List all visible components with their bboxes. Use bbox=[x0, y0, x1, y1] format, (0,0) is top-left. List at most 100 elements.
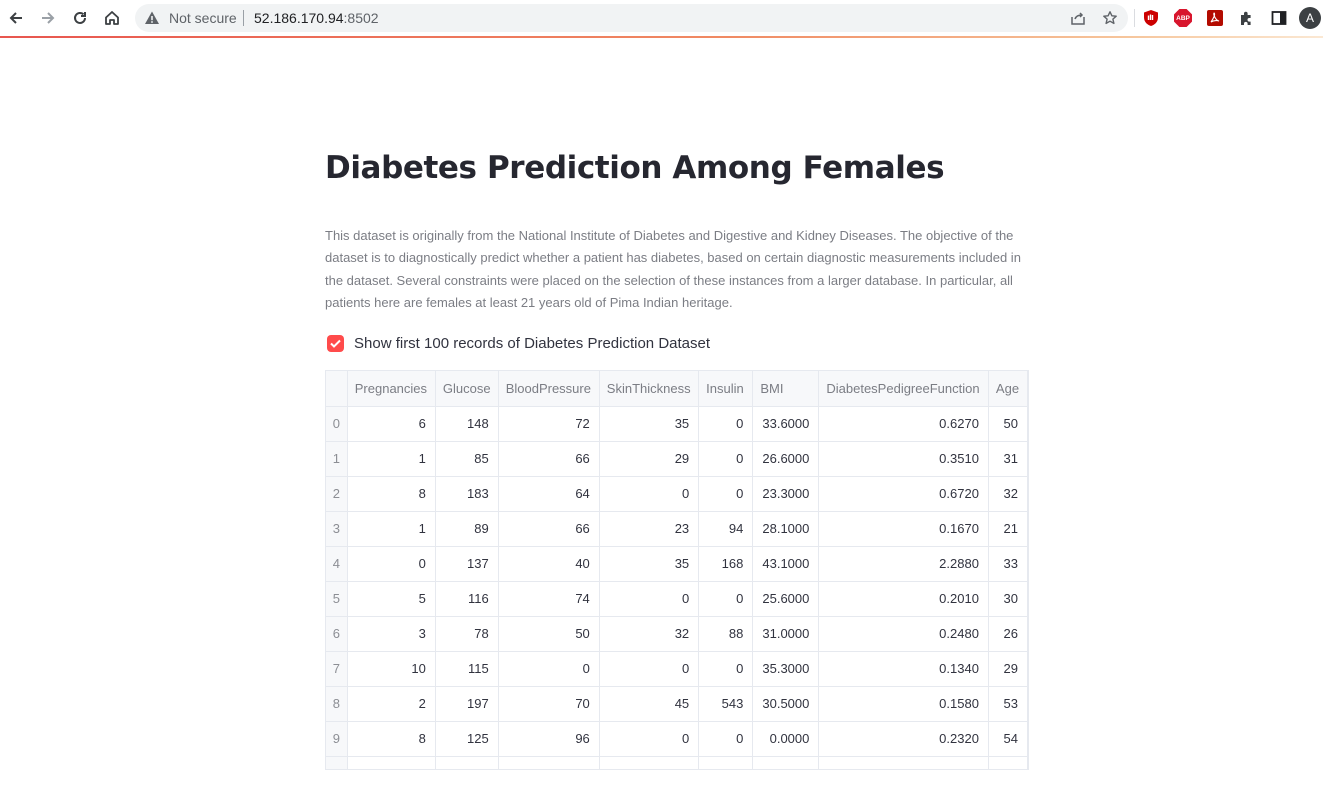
table-cell[interactable]: 54 bbox=[988, 721, 1028, 757]
table-cell[interactable]: 78 bbox=[435, 616, 499, 652]
table-cell[interactable]: 0 bbox=[498, 651, 600, 687]
table-cell[interactable]: 26.6000 bbox=[752, 441, 820, 477]
table-cell[interactable]: 29 bbox=[988, 651, 1028, 687]
table-cell[interactable]: 137 bbox=[435, 546, 499, 582]
table-cell[interactable]: 0.6270 bbox=[818, 406, 989, 442]
table-cell[interactable]: 50 bbox=[988, 406, 1028, 442]
table-cell[interactable]: 53 bbox=[988, 686, 1028, 722]
table-cell[interactable]: 2 bbox=[347, 686, 436, 722]
extensions-puzzle-icon[interactable] bbox=[1236, 7, 1258, 29]
table-cell[interactable]: 21 bbox=[988, 511, 1028, 547]
bookmark-star-icon[interactable] bbox=[1100, 8, 1120, 28]
profile-avatar[interactable]: A bbox=[1299, 7, 1321, 29]
address-bar[interactable]: Not secure 52.186.170.94:8502 bbox=[135, 4, 1128, 32]
table-cell[interactable]: 72 bbox=[498, 406, 600, 442]
ublock-extension-icon[interactable] bbox=[1140, 7, 1162, 29]
table-cell[interactable]: 43.1000 bbox=[752, 546, 820, 582]
forward-arrow-icon[interactable] bbox=[36, 6, 60, 30]
table-cell[interactable]: 1 bbox=[347, 441, 436, 477]
table-cell[interactable]: 0.1670 bbox=[818, 511, 989, 547]
table-cell[interactable]: 0.3510 bbox=[818, 441, 989, 477]
checkbox-checked-icon[interactable] bbox=[327, 334, 344, 352]
table-cell[interactable]: 125 bbox=[435, 721, 499, 757]
table-cell[interactable]: 30.5000 bbox=[752, 686, 820, 722]
column-header[interactable]: SkinThickness bbox=[599, 371, 700, 407]
diabetes-data-table[interactable]: Pregnancies Glucose BloodPressure SkinTh… bbox=[325, 370, 1029, 770]
table-cell[interactable]: 94 bbox=[698, 511, 754, 547]
table-cell[interactable]: 8 bbox=[347, 476, 436, 512]
table-cell[interactable]: 3 bbox=[347, 616, 436, 652]
table-cell[interactable]: 64 bbox=[498, 476, 600, 512]
table-cell[interactable]: 5 bbox=[347, 581, 436, 617]
table-cell[interactable]: 40 bbox=[498, 546, 600, 582]
table-cell[interactable]: 148 bbox=[435, 406, 499, 442]
column-header[interactable]: DiabetesPedigreeFunction bbox=[818, 371, 989, 407]
table-cell[interactable]: 0 bbox=[698, 721, 754, 757]
table-cell[interactable]: 31.0000 bbox=[752, 616, 820, 652]
home-icon[interactable] bbox=[100, 6, 124, 30]
table-cell[interactable]: 35 bbox=[599, 406, 700, 442]
share-icon[interactable] bbox=[1068, 8, 1088, 28]
column-header[interactable]: BloodPressure bbox=[498, 371, 600, 407]
table-cell[interactable]: 115 bbox=[435, 651, 499, 687]
side-panel-icon[interactable] bbox=[1268, 7, 1290, 29]
table-cell[interactable]: 1 bbox=[347, 511, 436, 547]
table-cell[interactable]: 0 bbox=[599, 581, 700, 617]
table-cell[interactable]: 31 bbox=[988, 441, 1028, 477]
reload-icon[interactable] bbox=[68, 6, 92, 30]
table-cell[interactable]: 0 bbox=[698, 441, 754, 477]
table-cell[interactable]: 0 bbox=[698, 651, 754, 687]
table-cell[interactable]: 30 bbox=[988, 581, 1028, 617]
table-cell[interactable]: 0.2320 bbox=[818, 721, 989, 757]
table-cell[interactable]: 0.0000 bbox=[752, 721, 820, 757]
table-cell[interactable]: 6 bbox=[347, 406, 436, 442]
table-cell[interactable]: 89 bbox=[435, 511, 499, 547]
table-cell[interactable]: 66 bbox=[498, 441, 600, 477]
table-cell[interactable]: 0 bbox=[698, 406, 754, 442]
back-arrow-icon[interactable] bbox=[4, 6, 28, 30]
table-cell[interactable]: 96 bbox=[498, 721, 600, 757]
table-cell[interactable]: 0.2480 bbox=[818, 616, 989, 652]
table-cell[interactable]: 0 bbox=[599, 651, 700, 687]
table-cell[interactable]: 0.6720 bbox=[818, 476, 989, 512]
table-cell[interactable]: 50 bbox=[498, 616, 600, 652]
column-header[interactable]: BMI bbox=[752, 371, 820, 407]
table-cell[interactable]: 85 bbox=[435, 441, 499, 477]
adblock-plus-extension-icon[interactable]: ABP bbox=[1172, 7, 1194, 29]
warning-icon[interactable] bbox=[144, 10, 160, 31]
table-cell[interactable]: 32 bbox=[599, 616, 700, 652]
table-cell[interactable]: 35 bbox=[599, 546, 700, 582]
checkbox-label[interactable]: Show first 100 records of Diabetes Predi… bbox=[354, 335, 710, 352]
show-records-checkbox[interactable]: Show first 100 records of Diabetes Predi… bbox=[325, 332, 710, 354]
table-cell[interactable]: 33 bbox=[988, 546, 1028, 582]
table-cell[interactable]: 0 bbox=[347, 546, 436, 582]
table-cell[interactable]: 33.6000 bbox=[752, 406, 820, 442]
column-header[interactable]: Age bbox=[988, 371, 1028, 407]
table-cell[interactable]: 10 bbox=[347, 651, 436, 687]
column-header[interactable]: Pregnancies bbox=[347, 371, 436, 407]
table-cell[interactable]: 35.3000 bbox=[752, 651, 820, 687]
table-cell[interactable]: 0.2010 bbox=[818, 581, 989, 617]
table-cell[interactable]: 116 bbox=[435, 581, 499, 617]
not-secure-label[interactable]: Not secure bbox=[169, 10, 237, 26]
table-cell[interactable]: 183 bbox=[435, 476, 499, 512]
table-cell[interactable]: 168 bbox=[698, 546, 754, 582]
table-cell[interactable]: 32 bbox=[988, 476, 1028, 512]
table-cell[interactable]: 88 bbox=[698, 616, 754, 652]
table-cell[interactable]: 8 bbox=[347, 721, 436, 757]
table-cell[interactable]: 0.1340 bbox=[818, 651, 989, 687]
table-cell[interactable]: 25.6000 bbox=[752, 581, 820, 617]
table-cell[interactable]: 2.2880 bbox=[818, 546, 989, 582]
table-cell[interactable]: 0 bbox=[698, 581, 754, 617]
table-cell[interactable]: 0 bbox=[698, 476, 754, 512]
table-cell[interactable]: 66 bbox=[498, 511, 600, 547]
url-text[interactable]: 52.186.170.94:8502 bbox=[254, 10, 379, 26]
table-cell[interactable]: 0 bbox=[599, 476, 700, 512]
table-cell[interactable]: 0.1580 bbox=[818, 686, 989, 722]
table-cell[interactable]: 29 bbox=[599, 441, 700, 477]
table-cell[interactable]: 23 bbox=[599, 511, 700, 547]
table-cell[interactable]: 0 bbox=[599, 721, 700, 757]
column-header[interactable]: Insulin bbox=[698, 371, 754, 407]
acrobat-extension-icon[interactable] bbox=[1204, 7, 1226, 29]
table-cell[interactable]: 74 bbox=[498, 581, 600, 617]
